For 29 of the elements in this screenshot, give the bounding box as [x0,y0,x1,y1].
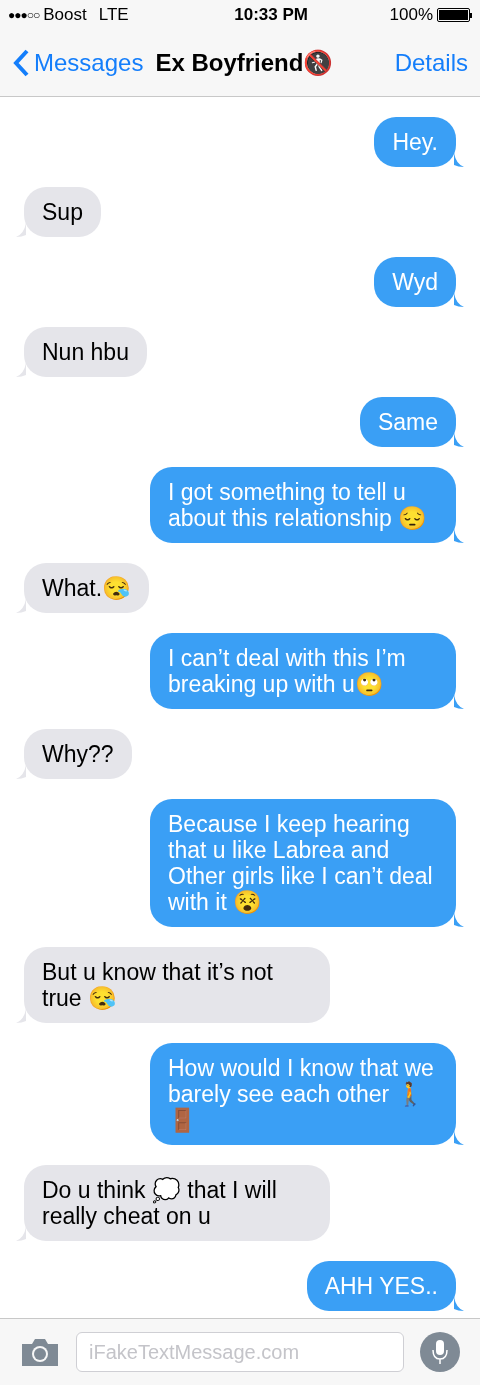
chevron-left-icon [12,49,30,77]
bubble-tail [16,765,26,779]
bubble-tail [454,695,464,709]
conversation-title: Ex Boyfriend🚷 [155,48,334,78]
battery-percent: 100% [389,4,433,27]
bubble-tail [16,1009,26,1023]
bubble-tail [454,153,464,167]
bubble-tail [16,1227,26,1241]
message-input[interactable]: iFakeTextMessage.com [76,1332,404,1372]
bubble-tail [454,529,464,543]
bubble-tail [454,433,464,447]
battery-icon [437,8,472,22]
back-button[interactable]: Messages [12,45,144,81]
status-time: 10:33 PM [233,4,308,27]
bubble-tail [454,913,464,927]
camera-icon [20,1336,60,1368]
network-type: LTE [98,4,129,27]
microphone-icon [430,1338,450,1366]
signal-strength: ●●●○○ [8,7,40,24]
bubble-tail [16,363,26,377]
details-button[interactable]: Details [394,45,468,81]
bubble-tail [454,1131,464,1145]
bubble-tail [16,599,26,613]
microphone-button[interactable] [420,1332,460,1372]
bubble-tail [454,293,464,307]
bubble-tail [16,223,26,237]
carrier-name: Boost [43,4,87,27]
camera-button[interactable] [20,1336,60,1368]
bubble-tail [454,1297,464,1311]
